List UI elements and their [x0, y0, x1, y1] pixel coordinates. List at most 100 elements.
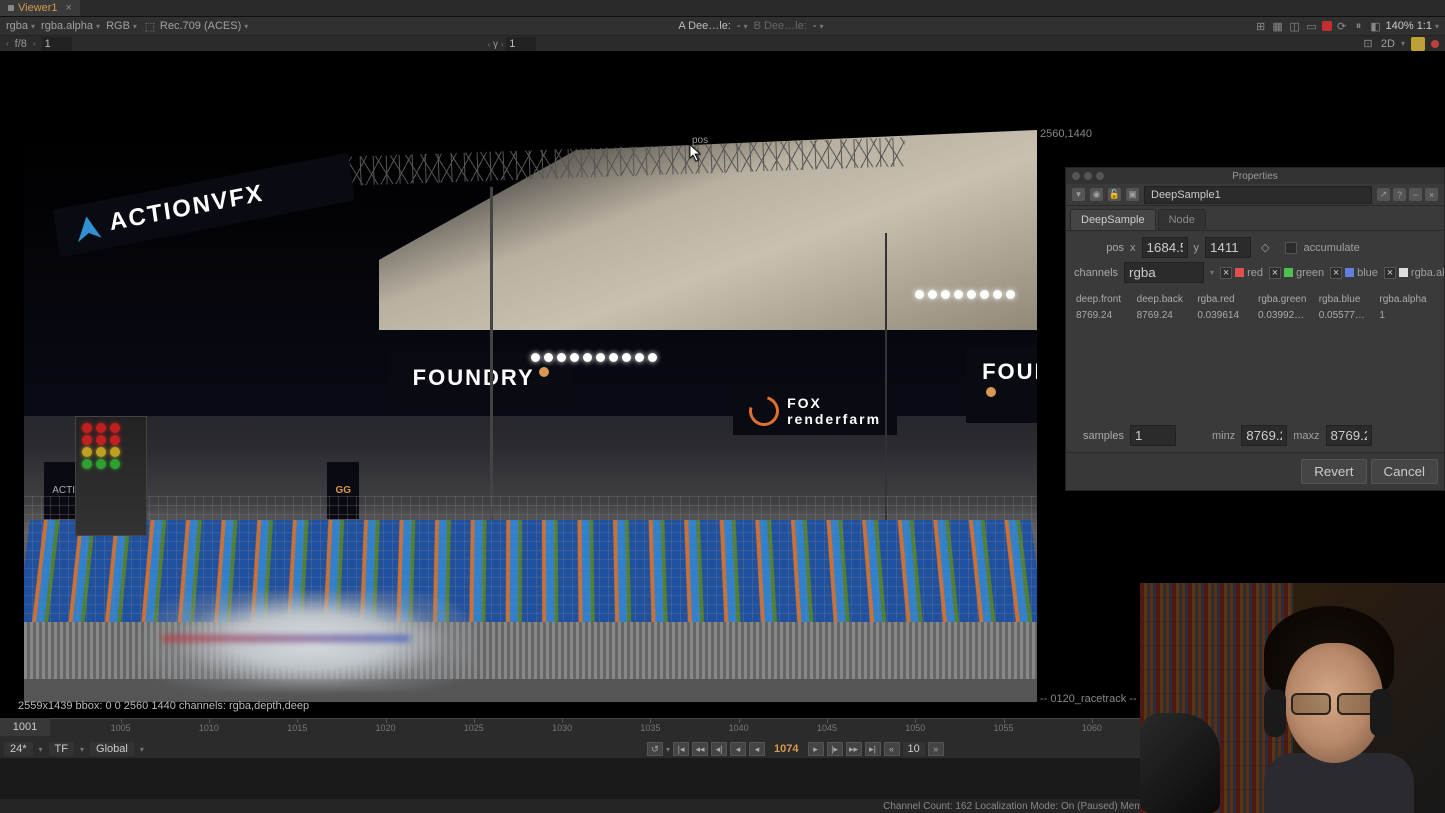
grid-icon[interactable]: ⊞ — [1254, 19, 1268, 33]
scope-mode[interactable]: Global — [90, 742, 134, 756]
prev-frame-icon[interactable]: ◂| — [711, 742, 727, 756]
col-deep-front: deep.front — [1074, 294, 1133, 305]
viewer-tab[interactable]: Viewer1 × — [0, 0, 80, 16]
collapse-icon[interactable]: ▾ — [1072, 188, 1085, 201]
chevron-left-icon[interactable]: ‹ — [6, 39, 9, 48]
a-input-value: - — [737, 20, 741, 32]
overlay-icon[interactable]: ▦ — [1271, 19, 1285, 33]
current-frame[interactable]: 1074 — [768, 743, 804, 755]
prev-key-icon[interactable]: ◂◂ — [692, 742, 708, 756]
pos-label: pos — [1074, 242, 1124, 254]
channel-selector[interactable]: rgba.alpha▾ — [41, 20, 100, 32]
lock-icon[interactable]: 🔓 — [1108, 188, 1121, 201]
minz-input[interactable] — [1241, 425, 1287, 446]
viewer-image[interactable]: ACTIONVFX FOUNDRY FOXrenderfarm FOUND AC… — [24, 130, 1037, 702]
proxy-icon[interactable]: ◧ — [1369, 19, 1383, 33]
revert-button[interactable]: Revert — [1301, 459, 1366, 484]
pos-y-input[interactable] — [1205, 237, 1251, 258]
blue-checkbox[interactable] — [1330, 267, 1342, 279]
view-mode-selector[interactable]: 2D — [1381, 38, 1395, 50]
fps-field[interactable]: 24* — [4, 742, 33, 756]
chevron-down-icon[interactable]: ▾ — [1401, 39, 1405, 48]
timeline-tick: 1055 — [994, 723, 1014, 733]
chevron-left-icon[interactable]: ‹ — [488, 40, 491, 49]
red-checkbox[interactable] — [1220, 267, 1232, 279]
table-row[interactable]: 8769.24 8769.24 0.039614 0.03992… 0.0557… — [1074, 308, 1436, 323]
zoom-value[interactable]: 140% — [1386, 20, 1414, 32]
center-icon[interactable]: ◉ — [1090, 188, 1103, 201]
chevron-down-icon[interactable]: ▾ — [1435, 22, 1439, 31]
maxz-label: maxz — [1293, 430, 1319, 442]
green-swatch-icon — [1284, 268, 1293, 277]
frame-range-start[interactable]: 1001 — [0, 718, 50, 736]
resolution-label: 2560,1440 — [1040, 128, 1092, 140]
samples-label: samples — [1074, 430, 1124, 442]
tab-node[interactable]: Node — [1158, 209, 1206, 230]
samples-input[interactable] — [1130, 425, 1176, 446]
colorspace-selector[interactable]: RGB▾ — [106, 20, 137, 32]
col-rgba-blue: rgba.blue — [1317, 294, 1376, 305]
alpha-checkbox[interactable] — [1384, 267, 1396, 279]
play-back-icon[interactable]: ◂ — [730, 742, 746, 756]
play-icon[interactable]: ▸ — [808, 742, 824, 756]
pos-x-input[interactable] — [1142, 237, 1188, 258]
mask-icon[interactable]: ◫ — [1288, 19, 1302, 33]
fstop-input[interactable] — [42, 37, 72, 51]
sync-mode[interactable]: TF — [49, 742, 74, 756]
channels-input[interactable] — [1124, 262, 1204, 283]
gamma-input[interactable] — [506, 37, 536, 51]
help-icon[interactable]: ? — [1393, 188, 1406, 201]
stop-icon[interactable]: ◂ — [749, 742, 765, 756]
scale-ratio[interactable]: 1:1 — [1417, 20, 1432, 32]
viewer-toolbar: rgba▾ rgba.alpha▾ RGB▾ ⬚ Rec.709 (ACES)▾… — [0, 17, 1445, 35]
warning-icon[interactable]: ! — [1411, 37, 1425, 51]
step-field[interactable]: 10 — [903, 742, 925, 756]
view-icon[interactable]: ⊡ — [1361, 37, 1375, 51]
node-icon[interactable]: ▣ — [1126, 188, 1139, 201]
chevron-down-icon[interactable]: ▾ — [39, 745, 43, 754]
accumulate-checkbox[interactable] — [1285, 242, 1297, 254]
pause-icon[interactable]: ⏸ — [1352, 19, 1366, 33]
window-controls[interactable] — [1072, 172, 1104, 180]
error-icon[interactable] — [1431, 40, 1439, 48]
float-icon[interactable]: ↗ — [1377, 188, 1390, 201]
first-frame-icon[interactable]: |◂ — [673, 742, 689, 756]
step-fwd-icon[interactable]: » — [928, 742, 944, 756]
anim-icon[interactable]: ◇ — [1261, 241, 1269, 254]
next-key-icon[interactable]: ▸▸ — [846, 742, 862, 756]
timeline-tick: 1035 — [640, 723, 660, 733]
last-frame-icon[interactable]: ▸| — [865, 742, 881, 756]
close-icon[interactable]: × — [1425, 188, 1438, 201]
a-input-selector[interactable]: -▾ — [737, 20, 748, 32]
step-back-icon[interactable]: « — [884, 742, 900, 756]
minimize-icon[interactable]: − — [1409, 188, 1422, 201]
refresh-icon[interactable]: ⟳ — [1335, 19, 1349, 33]
chevron-right-icon[interactable]: › — [33, 39, 36, 48]
b-input-selector[interactable]: -▾ — [813, 20, 824, 32]
chevron-down-icon[interactable]: ▾ — [140, 745, 144, 754]
banner-foundry: FOUNDRY — [413, 365, 535, 390]
display-transform-selector[interactable]: ⬚ Rec.709 (ACES)▾ — [143, 19, 248, 33]
chevron-down-icon[interactable]: ▾ — [666, 745, 670, 754]
timeline-tick: 1045 — [817, 723, 837, 733]
cancel-button[interactable]: Cancel — [1371, 459, 1439, 484]
next-frame-icon[interactable]: |▸ — [827, 742, 843, 756]
chevron-right-icon[interactable]: › — [501, 40, 504, 49]
property-tabs: DeepSample Node — [1066, 206, 1444, 231]
loop-icon[interactable]: ↺ — [647, 742, 663, 756]
properties-title: Properties — [1232, 171, 1278, 182]
tab-deepsample[interactable]: DeepSample — [1070, 209, 1156, 230]
layer-selector[interactable]: rgba▾ — [6, 20, 35, 32]
node-name-field[interactable]: DeepSample1 — [1144, 186, 1372, 204]
roi-icon[interactable]: ▭ — [1305, 19, 1319, 33]
b-input-label: B Dee…le: — [754, 20, 807, 32]
alpha-swatch-icon — [1399, 268, 1408, 277]
green-checkbox[interactable] — [1269, 267, 1281, 279]
close-icon[interactable]: × — [66, 2, 72, 14]
chevron-down-icon[interactable]: ▾ — [80, 745, 84, 754]
gamma-section: ‹ γ › — [488, 37, 537, 51]
record-icon[interactable] — [1322, 21, 1332, 31]
maxz-input[interactable] — [1326, 425, 1372, 446]
properties-titlebar[interactable]: Properties — [1066, 168, 1444, 184]
chevron-down-icon[interactable]: ▾ — [1210, 268, 1214, 277]
